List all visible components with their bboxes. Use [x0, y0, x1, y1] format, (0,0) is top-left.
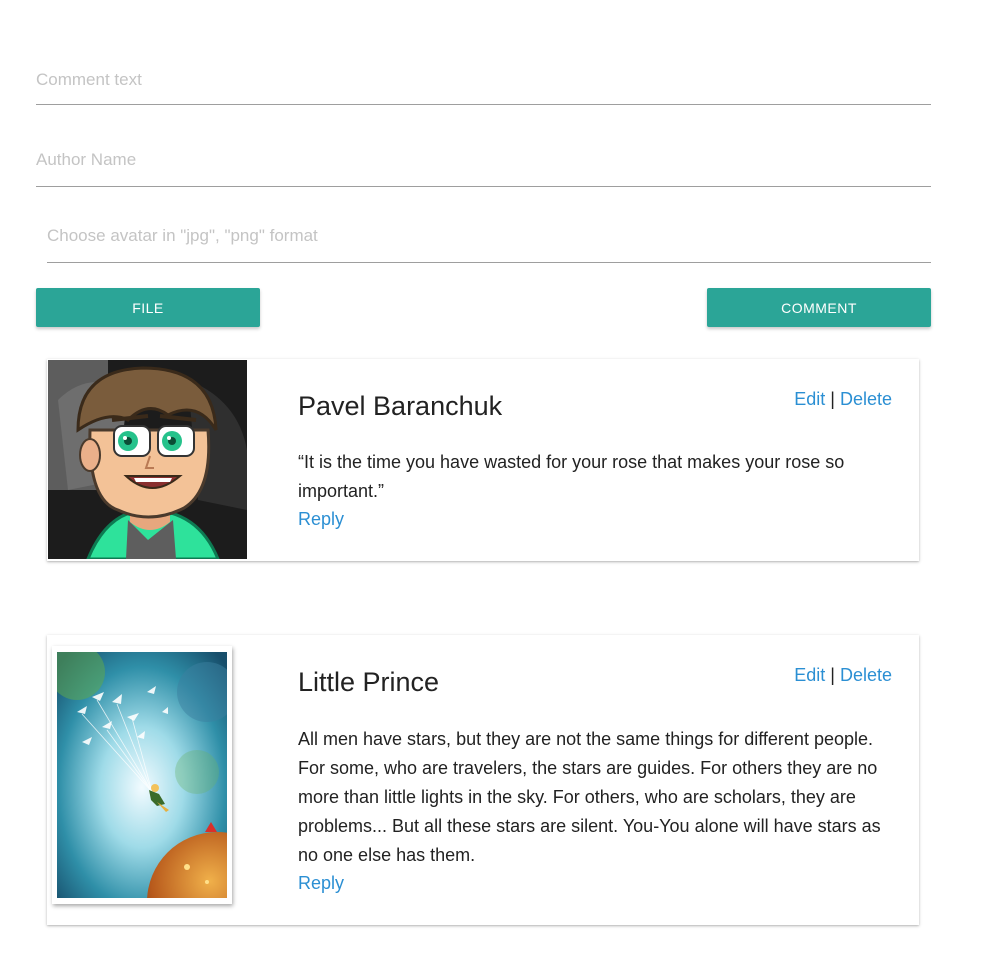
- delete-link[interactable]: Delete: [840, 665, 892, 685]
- reply-link[interactable]: Reply: [298, 873, 344, 894]
- avatar-file-path-field[interactable]: [47, 226, 931, 263]
- actions-separator: |: [830, 665, 835, 685]
- comment-actions: Edit | Delete: [794, 389, 892, 410]
- avatar: [52, 646, 232, 904]
- edit-link[interactable]: Edit: [794, 389, 825, 409]
- avatar: [48, 360, 247, 559]
- comment-text: “It is the time you have wasted for your…: [298, 452, 845, 501]
- edit-link[interactable]: Edit: [794, 665, 825, 685]
- author-name-input[interactable]: [36, 150, 931, 170]
- comment-author: Pavel Baranchuk: [298, 391, 503, 421]
- comment-card: Pavel Baranchuk Edit | Delete “It is the…: [47, 359, 919, 561]
- comment-text: All men have stars, but they are not the…: [298, 729, 881, 865]
- comment-text-input[interactable]: [36, 70, 931, 90]
- comment-author: Little Prince: [298, 667, 440, 697]
- actions-separator: |: [830, 389, 835, 409]
- reply-link[interactable]: Reply: [298, 509, 344, 530]
- comment-card: Little Prince Edit | Delete All men have…: [47, 635, 919, 925]
- little-prince-painting-avatar-image: [57, 652, 227, 898]
- comment-button[interactable]: COMMENT: [707, 288, 931, 327]
- author-name-field[interactable]: [36, 150, 931, 187]
- delete-link[interactable]: Delete: [840, 389, 892, 409]
- comment-actions: Edit | Delete: [794, 665, 892, 686]
- file-button[interactable]: FILE: [36, 288, 260, 327]
- avatar-file-path-input[interactable]: [47, 226, 931, 246]
- comment-text-field[interactable]: [36, 70, 931, 105]
- cartoon-boy-avatar-image: [48, 360, 247, 559]
